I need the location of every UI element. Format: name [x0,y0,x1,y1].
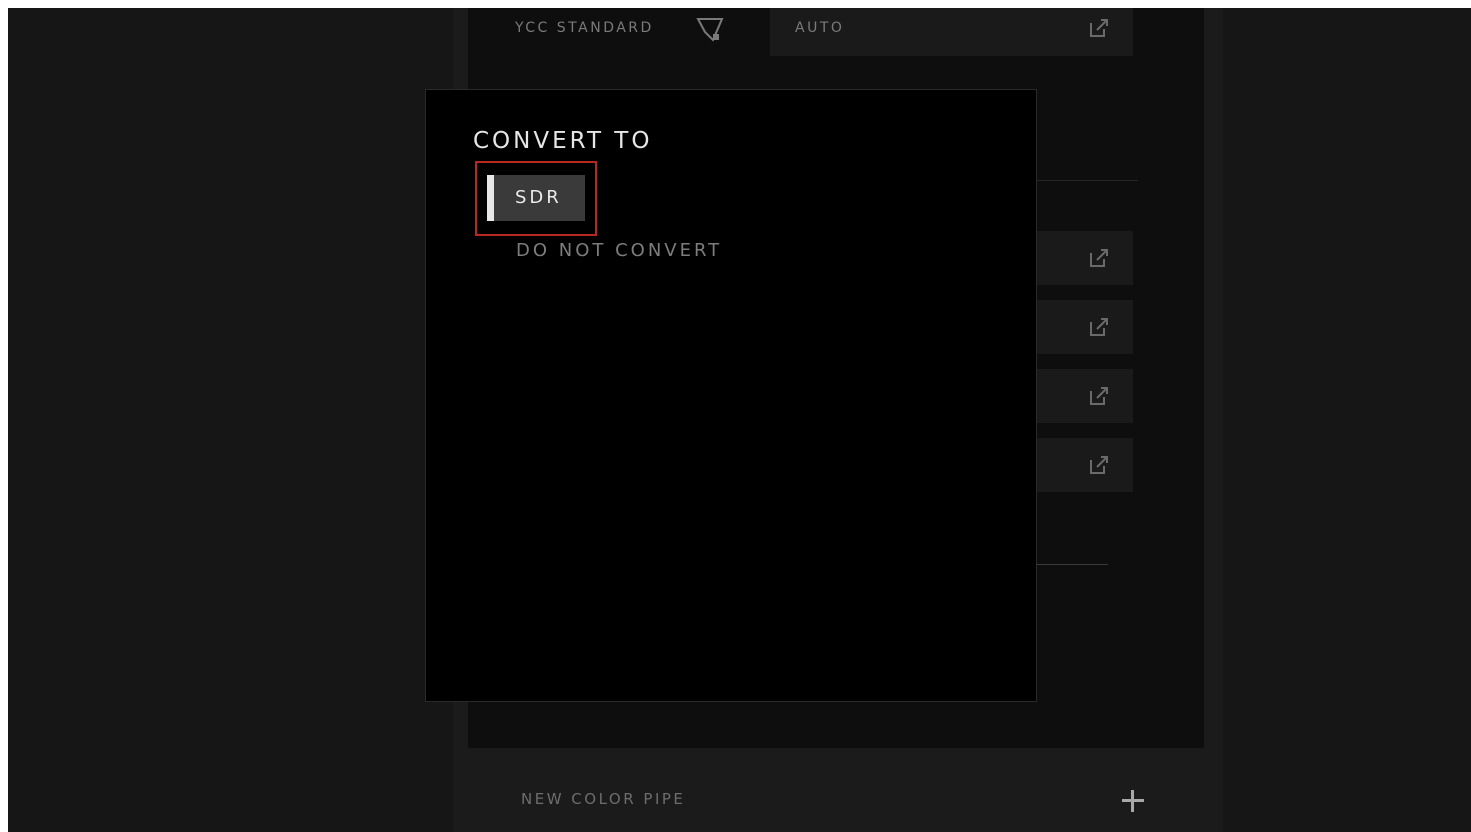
plus-icon[interactable] [1118,786,1148,816]
option-label: SDR [515,187,562,208]
ycc-standard-select[interactable]: AUTO [770,8,1133,56]
external-link-icon[interactable] [1088,454,1110,476]
pipe-row-field[interactable] [1028,231,1133,285]
pipe-row-field[interactable] [1028,438,1133,492]
selected-indicator [487,175,494,221]
divider [1028,564,1108,565]
pipe-row-field[interactable] [1028,369,1133,423]
dialog-title: CONVERT TO [473,128,653,154]
ycc-standard-label: YCC STANDARD [515,20,654,36]
new-color-pipe-row[interactable]: NEW COLOR PIPE [453,758,1223,832]
convert-to-dialog: CONVERT TO SDR DO NOT CONVERT [425,89,1037,702]
external-link-icon[interactable] [1088,17,1110,39]
external-link-icon[interactable] [1088,316,1110,338]
option-do-not-convert[interactable]: DO NOT CONVERT [516,240,722,261]
gamut-icon[interactable] [695,14,725,44]
app-window: YCC STANDARD AUTO NEW COLOR PIPE CONVERT… [8,8,1471,832]
external-link-icon[interactable] [1088,247,1110,269]
pipe-row-field[interactable] [1028,300,1133,354]
divider [1028,180,1138,181]
ycc-standard-value: AUTO [795,20,845,36]
external-link-icon[interactable] [1088,385,1110,407]
new-color-pipe-label: NEW COLOR PIPE [521,790,686,808]
option-sdr[interactable]: SDR [487,175,585,221]
